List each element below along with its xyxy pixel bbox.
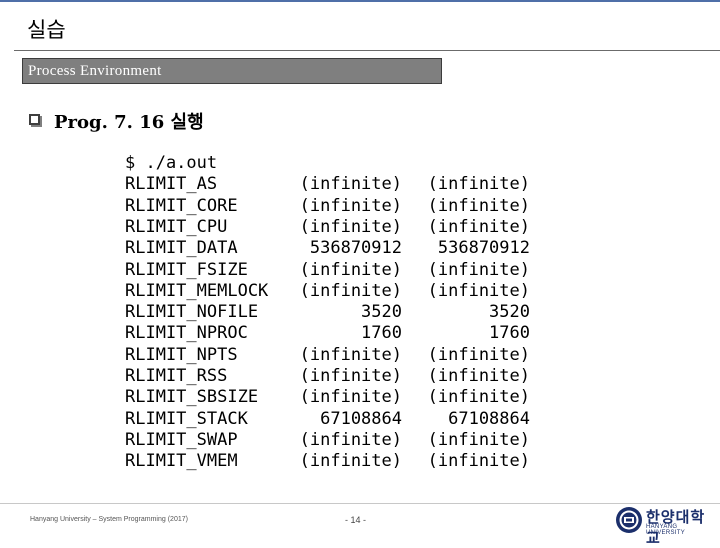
limit-name: RLIMIT_FSIZE <box>125 259 248 280</box>
limit-name: RLIMIT_SWAP <box>125 429 238 450</box>
soft-limit: (infinite) <box>299 280 402 301</box>
top-rule <box>0 0 720 2</box>
limit-name: RLIMIT_CPU <box>125 216 228 237</box>
title-divider <box>14 50 720 51</box>
terminal-row: RLIMIT_CPU (infinite) (infinite) <box>125 217 535 238</box>
hard-limit: (infinite) <box>427 344 530 365</box>
logo-subtext: HANYANG UNIVERSITY <box>646 524 686 536</box>
soft-limit: (infinite) <box>299 366 402 386</box>
limit-name: RLIMIT_NPROC <box>125 323 248 344</box>
hard-limit: (infinite) <box>427 429 530 450</box>
soft-limit: 1760 <box>361 323 402 344</box>
soft-limit: (infinite) <box>299 344 402 365</box>
terminal-command: $ ./a.out <box>125 153 218 173</box>
terminal-row: RLIMIT_NPTS (infinite) (infinite) <box>125 345 535 366</box>
soft-limit: (infinite) <box>299 429 402 450</box>
soft-limit: (infinite) <box>299 216 402 237</box>
limit-name: RLIMIT_AS <box>125 174 218 195</box>
hard-limit: (infinite) <box>427 387 530 408</box>
terminal-row: RLIMIT_NPROC 1760 1760 <box>125 323 535 344</box>
soft-limit: 3520 <box>361 302 402 323</box>
terminal-row: RLIMIT_AS (infinite) (infinite) <box>125 174 535 195</box>
page-title: 실습 <box>27 18 66 42</box>
hard-limit: (infinite) <box>427 174 530 195</box>
hard-limit: (infinite) <box>427 259 530 280</box>
terminal-row: RLIMIT_MEMLOCK (infinite) (infinite) <box>125 281 535 302</box>
section-bar: Process Environment <box>22 58 442 84</box>
soft-limit: (infinite) <box>299 195 402 216</box>
terminal-row: RLIMIT_DATA 536870912 536870912 <box>125 238 535 259</box>
limit-name: RLIMIT_CORE <box>125 195 238 216</box>
limit-name: RLIMIT_NPTS <box>125 344 238 365</box>
limit-name: RLIMIT_STACK <box>125 408 248 429</box>
soft-limit: (infinite) <box>299 259 402 280</box>
hard-limit: 536870912 <box>437 238 530 259</box>
hard-limit: 3520 <box>489 302 530 323</box>
terminal-row: RLIMIT_FSIZE (infinite) (infinite) <box>125 260 535 281</box>
hard-limit: 1760 <box>489 323 530 344</box>
hard-limit: (infinite) <box>427 451 530 472</box>
hard-limit: (infinite) <box>427 216 530 237</box>
page-number: - 14 - <box>345 515 367 525</box>
checkbox-bullet-icon <box>29 114 42 127</box>
soft-limit: (infinite) <box>299 451 402 472</box>
terminal-row: RLIMIT_STACK 67108864 67108864 <box>125 409 535 430</box>
limit-name: RLIMIT_NOFILE <box>125 302 259 323</box>
terminal-command-row: $ ./a.out <box>125 153 535 174</box>
terminal-row: RLIMIT_SBSIZE (infinite) (infinite) <box>125 387 535 408</box>
soft-limit: (infinite) <box>299 174 402 195</box>
limit-name: RLIMIT_DATA <box>125 238 238 259</box>
hard-limit: 67108864 <box>448 408 530 429</box>
soft-limit: 536870912 <box>309 238 402 259</box>
terminal-row: RLIMIT_VMEM (infinite) (infinite) <box>125 451 535 472</box>
footer-divider <box>0 503 720 504</box>
limit-name: RLIMIT_MEMLOCK <box>125 280 269 301</box>
terminal-row: RLIMIT_NOFILE 3520 3520 <box>125 302 535 323</box>
university-seal-icon <box>616 507 642 533</box>
terminal-row: RLIMIT_RSS (infinite) (infinite) <box>125 366 535 387</box>
slide-heading: Prog. 7. 16 실행 <box>54 112 204 133</box>
terminal-row: RLIMIT_CORE (infinite) (infinite) <box>125 196 535 217</box>
hard-limit: (infinite) <box>427 195 530 216</box>
section-label: Process Environment <box>28 63 162 79</box>
limit-name: RLIMIT_VMEM <box>125 451 238 472</box>
limit-name: RLIMIT_RSS <box>125 366 228 386</box>
terminal-row: RLIMIT_SWAP (infinite) (infinite) <box>125 430 535 451</box>
limit-name: RLIMIT_SBSIZE <box>125 387 259 408</box>
soft-limit: 67108864 <box>320 408 402 429</box>
hard-limit: (infinite) <box>427 366 530 386</box>
university-logo: 한양대학교 HANYANG UNIVERSITY <box>614 505 714 547</box>
soft-limit: (infinite) <box>299 387 402 408</box>
footer-course-text: Hanyang University – System Programming … <box>30 516 188 523</box>
hard-limit: (infinite) <box>427 280 530 301</box>
